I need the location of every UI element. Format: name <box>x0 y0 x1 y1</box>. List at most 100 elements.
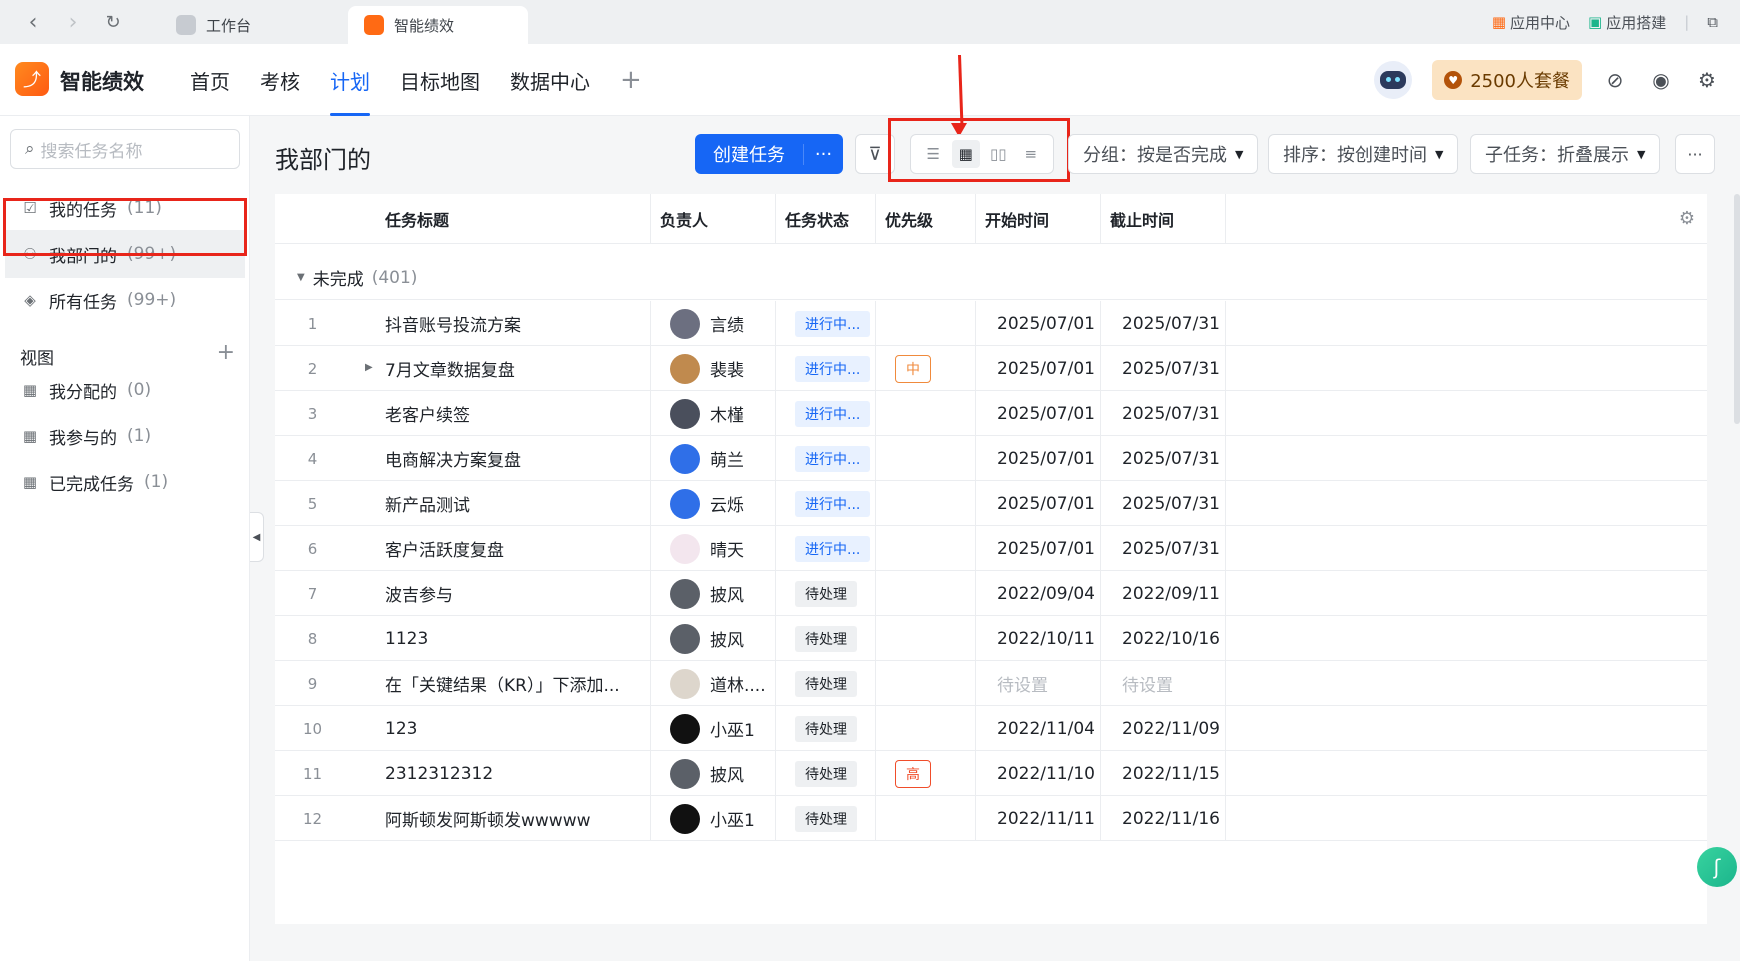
task-status[interactable]: 进行中... <box>785 391 875 436</box>
task-title[interactable]: 老客户续签 <box>385 391 625 436</box>
table-row[interactable]: 7 波吉参与 披风 待处理 2022/09/04 2022/09/11 <box>275 571 1707 616</box>
task-start-time[interactable]: 2025/07/01 <box>985 526 1105 571</box>
sidebar-item-all-tasks[interactable]: ◈ 所有任务 (99+) <box>5 276 245 324</box>
task-start-time[interactable]: 2025/07/01 <box>985 301 1105 346</box>
sort-dropdown[interactable]: 排序：按创建时间 ▼ <box>1268 134 1459 174</box>
task-priority[interactable] <box>885 301 975 346</box>
task-priority[interactable] <box>885 481 975 526</box>
menu-data-center[interactable]: 数据中心 <box>510 44 590 116</box>
task-status[interactable]: 待处理 <box>785 661 875 706</box>
task-priority[interactable] <box>885 616 975 661</box>
menu-goal-map[interactable]: 目标地图 <box>400 44 480 116</box>
table-row[interactable]: 9 在「关键结果（KR）」下添加... 道林.... 待处理 待设置 待设置 <box>275 661 1707 706</box>
menu-assessment[interactable]: 考核 <box>260 44 300 116</box>
add-view-icon[interactable]: + <box>217 340 235 369</box>
sidebar-item-assigned-by-me[interactable]: ▦ 我分配的 (0) <box>5 366 245 414</box>
task-title[interactable]: 1123 <box>385 616 625 661</box>
table-row[interactable]: 12 阿斯顿发阿斯顿发wwwww 小巫1 待处理 2022/11/11 2022/11/1… <box>275 796 1707 841</box>
task-title[interactable]: 2312312312 <box>385 751 625 796</box>
task-status[interactable]: 进行中... <box>785 436 875 481</box>
create-task-button[interactable]: 创建任务 ··· <box>695 134 843 174</box>
task-title[interactable]: 阿斯顿发阿斯顿发wwwww <box>385 796 625 841</box>
header-status[interactable]: 任务状态 <box>775 194 875 244</box>
task-status[interactable]: 待处理 <box>785 706 875 751</box>
table-row[interactable]: 2 ▶ 7月文章数据复盘 裴裴 进行中... 中 2025/07/01 2025/07/31 <box>275 346 1707 391</box>
task-owner[interactable]: 小巫1 <box>660 706 775 751</box>
task-end-time[interactable]: 2022/09/11 <box>1110 571 1230 616</box>
sidebar-item-completed[interactable]: ▦ 已完成任务 (1) <box>5 458 245 506</box>
task-owner[interactable]: 小巫1 <box>660 796 775 841</box>
table-row[interactable]: 8 1123 披风 待处理 2022/10/11 2022/10/16 <box>275 616 1707 661</box>
settings-gear-icon[interactable]: ⚙ <box>1694 67 1720 93</box>
task-owner[interactable]: 披风 <box>660 571 775 616</box>
task-end-time[interactable]: 2022/11/16 <box>1110 796 1230 841</box>
task-end-time[interactable]: 2022/11/15 <box>1110 751 1230 796</box>
open-external-icon[interactable]: ⧉ <box>1707 13 1718 31</box>
task-start-time[interactable]: 2022/11/10 <box>985 751 1105 796</box>
task-status[interactable]: 待处理 <box>785 616 875 661</box>
add-menu-icon[interactable]: + <box>620 44 642 116</box>
task-title[interactable]: 123 <box>385 706 625 751</box>
menu-plan[interactable]: 计划 <box>330 44 370 116</box>
task-start-time[interactable]: 2025/07/01 <box>985 391 1105 436</box>
table-row[interactable]: 5 新产品测试 云烁 进行中... 2025/07/01 2025/07/31 <box>275 481 1707 526</box>
task-end-time[interactable]: 2022/10/16 <box>1110 616 1230 661</box>
task-end-time[interactable]: 2025/07/31 <box>1110 346 1230 391</box>
header-priority[interactable]: 优先级 <box>875 194 975 244</box>
task-owner[interactable]: 萌兰 <box>660 436 775 481</box>
task-priority[interactable] <box>885 796 975 841</box>
group-by-dropdown[interactable]: 分组：按是否完成 ▼ <box>1068 134 1259 174</box>
task-status[interactable]: 待处理 <box>785 571 875 616</box>
task-priority[interactable] <box>885 661 975 706</box>
header-owner[interactable]: 负责人 <box>650 194 775 244</box>
task-status[interactable]: 待处理 <box>785 751 875 796</box>
task-start-time[interactable]: 2022/10/11 <box>985 616 1105 661</box>
task-title[interactable]: 电商解决方案复盘 <box>385 436 625 481</box>
task-owner[interactable]: 晴天 <box>660 526 775 571</box>
table-row[interactable]: 10 123 小巫1 待处理 2022/11/04 2022/11/09 <box>275 706 1707 751</box>
refresh-icon[interactable]: ↻ <box>98 7 128 37</box>
task-end-time[interactable]: 2025/07/31 <box>1110 391 1230 436</box>
task-status[interactable]: 进行中... <box>785 481 875 526</box>
task-end-time[interactable]: 2025/07/31 <box>1110 436 1230 481</box>
sidebar-collapse-handle[interactable]: ◀ <box>250 512 264 562</box>
task-owner[interactable]: 裴裴 <box>660 346 775 391</box>
subtask-dropdown[interactable]: 子任务：折叠展示 ▼ <box>1470 134 1661 174</box>
plan-package-button[interactable]: ♥ 2500人套餐 <box>1432 60 1582 100</box>
task-priority[interactable] <box>885 526 975 571</box>
task-end-time[interactable]: 2022/11/09 <box>1110 706 1230 751</box>
task-end-time[interactable]: 2025/07/31 <box>1110 481 1230 526</box>
task-title[interactable]: 抖音账号投流方案 <box>385 301 625 346</box>
task-start-time[interactable]: 2025/07/01 <box>985 481 1105 526</box>
forward-icon[interactable]: › <box>58 7 88 37</box>
task-owner[interactable]: 木槿 <box>660 391 775 436</box>
header-start-time[interactable]: 开始时间 <box>975 194 1100 244</box>
scrollbar[interactable] <box>1734 194 1740 424</box>
table-settings-gear-icon[interactable]: ⚙ <box>1679 208 1695 229</box>
task-priority[interactable] <box>885 706 975 751</box>
search-input[interactable]: ⌕ 搜索任务名称 <box>10 129 240 169</box>
app-builder-link[interactable]: ▣ 应用搭建 <box>1588 12 1666 33</box>
table-row[interactable]: 3 老客户续签 木槿 进行中... 2025/07/01 2025/07/31 <box>275 391 1707 436</box>
task-title[interactable]: 波吉参与 <box>385 571 625 616</box>
ai-assistant-icon[interactable] <box>1374 61 1413 99</box>
tab-performance[interactable]: 智能绩效 <box>348 6 528 44</box>
task-end-time[interactable]: 待设置 <box>1110 661 1230 706</box>
task-priority[interactable]: 高 <box>885 751 975 796</box>
speed-icon[interactable]: ⊘ <box>1602 67 1628 93</box>
task-owner[interactable]: 云烁 <box>660 481 775 526</box>
header-end-time[interactable]: 截止时间 <box>1100 194 1225 244</box>
task-start-time[interactable]: 2022/11/11 <box>985 796 1105 841</box>
app-center-link[interactable]: ▦ 应用中心 <box>1492 12 1570 33</box>
task-status[interactable]: 待处理 <box>785 796 875 841</box>
task-end-time[interactable]: 2025/07/31 <box>1110 526 1230 571</box>
task-status[interactable]: 进行中... <box>785 301 875 346</box>
task-status[interactable]: 进行中... <box>785 346 875 391</box>
tab-workbench[interactable]: 工作台 <box>160 6 267 44</box>
task-owner[interactable]: 披风 <box>660 616 775 661</box>
task-start-time[interactable]: 2025/07/01 <box>985 436 1105 481</box>
task-owner[interactable]: 道林.... <box>660 661 775 706</box>
expand-subtask-icon[interactable]: ▶ <box>365 362 373 373</box>
task-start-time[interactable]: 2025/07/01 <box>985 346 1105 391</box>
task-title[interactable]: 客户活跃度复盘 <box>385 526 625 571</box>
